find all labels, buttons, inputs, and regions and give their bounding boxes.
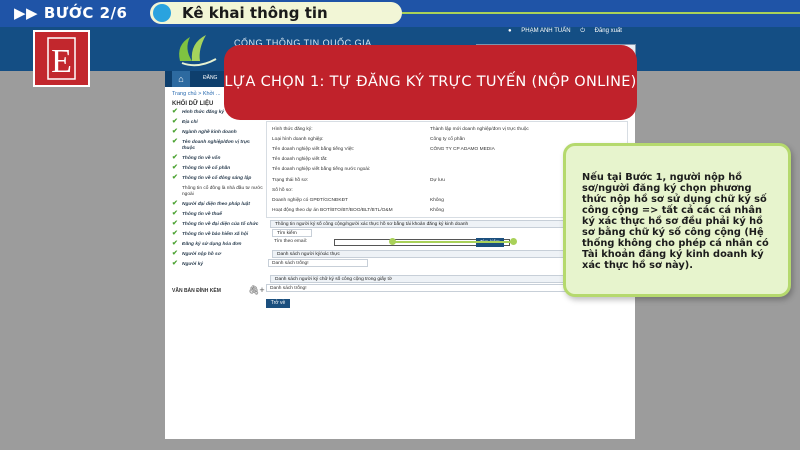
connector-line: [392, 241, 514, 243]
form-label: Trạng thái hồ sơ:: [272, 178, 309, 183]
sidebar-item[interactable]: ✔ Thông tin về bảo hiểm xã hội: [172, 230, 264, 238]
option-banner: LỰA CHỌN 1: TỰ ĐĂNG KÝ TRỰC TUYẾN (NỘP O…: [224, 45, 637, 120]
check-icon: ✔: [172, 240, 178, 247]
user-bar: ● PHẠM ANH TUẤN ⏻ Đăng xuất: [508, 28, 630, 35]
play-forward-icon: ▶▶: [14, 4, 39, 22]
form-label: Tên doanh nghiệp viết bằng tiếng Việt:: [272, 147, 355, 152]
sidebar-item[interactable]: ✔ Người đại diện theo pháp luật: [172, 200, 264, 208]
form-label: Loại hình doanh nghiệp:: [272, 137, 324, 142]
step-divider: [402, 12, 800, 14]
check-icon: ✔: [172, 260, 178, 267]
logout-icon: ⏻: [580, 28, 585, 34]
sidebar-item[interactable]: ✔ Thông tin về vốn: [172, 154, 264, 162]
sidebar-item[interactable]: ✔ Tên doanh nghiệp/đơn vị trực thuộc: [172, 138, 264, 152]
check-icon: ✔: [172, 210, 178, 217]
step-title-pill: Kê khai thông tin: [150, 2, 402, 24]
check-icon: ✔: [172, 108, 178, 115]
portal-logo: [179, 35, 217, 67]
sidebar-item[interactable]: ✔ Người ký: [172, 260, 264, 268]
form-label: Số hồ sơ:: [272, 188, 293, 193]
svg-text:E: E: [51, 43, 72, 80]
sidebar-item[interactable]: ✔ Thông tin về thuế: [172, 210, 264, 218]
form-value: Không: [430, 208, 444, 213]
step-bar: ▶▶ BƯỚC 2/6 Kê khai thông tin: [0, 0, 800, 27]
connector-dot: [389, 238, 396, 245]
sidebar-item[interactable]: ✔ Thông tin về cổ phần: [172, 164, 264, 172]
check-icon: ✔: [172, 220, 178, 227]
check-icon: ✔: [172, 250, 178, 257]
form-value: CÔNG TY CP ADAMO MEDIA: [430, 147, 495, 152]
check-icon: ✔: [172, 200, 178, 207]
sidebar-item[interactable]: ✔ Đăng ký sử dụng hóa đơn: [172, 240, 264, 248]
form-label: Tên doanh nghiệp viết tắt:: [272, 157, 328, 162]
sidebar-item[interactable]: ✔ Người nộp hồ sơ: [172, 250, 264, 258]
email-label: Tìm theo email:: [274, 239, 308, 244]
form-label: Tên doanh nghiệp viết bằng tiếng nước ng…: [272, 167, 371, 172]
check-icon: ✔: [172, 174, 178, 181]
sidebar-title: KHỐI DỮ LIỆU: [172, 101, 214, 107]
note-callout: Nếu tại Bước 1, người nộp hồ sơ/người đă…: [563, 143, 791, 297]
form-value: Công ty cổ phần: [430, 137, 465, 142]
form-value: Thành lập mới doanh nghiệp/đơn vị trực t…: [430, 127, 529, 132]
check-icon: ✔: [172, 230, 178, 237]
logout-link[interactable]: Đăng xuất: [595, 28, 622, 34]
e-logo: E: [33, 30, 90, 87]
sidebar-item[interactable]: ✔ Thông tin về cổ đông sáng lập: [172, 174, 264, 182]
form-value: Không: [430, 198, 444, 203]
user-icon: ●: [508, 28, 512, 34]
sidebar-item[interactable]: Thông tin cổ đông là nhà đầu tư nước ngo…: [172, 186, 264, 198]
form-label: Hình thức đăng ký:: [272, 127, 313, 132]
check-icon: ✔: [172, 128, 178, 135]
form-label: Hoạt động theo dự án BOT/BTO/BT/BOO/BLT/…: [272, 208, 393, 213]
signer-list-empty: Danh sách trống!: [268, 259, 368, 267]
home-icon[interactable]: ⌂: [172, 71, 190, 87]
check-icon: ✔: [172, 154, 178, 161]
search-fieldset-label: Tìm kiếm: [272, 229, 312, 237]
sidebar: ✔ Hình thức đăng ký ✔ Địa chỉ ✔ Ngành nghề …: [172, 108, 264, 272]
check-icon: ✔: [172, 164, 178, 171]
back-button[interactable]: Trở về: [266, 299, 290, 308]
step-dot-icon: [153, 4, 171, 22]
check-icon: ✔: [172, 138, 178, 145]
check-icon: ✔: [172, 118, 178, 125]
form-value: Dự lưu: [430, 178, 445, 183]
attachment-icon[interactable]: 🖇+: [248, 285, 265, 296]
breadcrumb[interactable]: Trang chủ > Khởi ...: [172, 91, 221, 97]
nav-item[interactable]: ĐĂNG: [203, 75, 217, 81]
sidebar-item[interactable]: ✔ Thông tin về đại diện của tổ chức: [172, 220, 264, 228]
form-label: Doanh nghiệp có GPĐT/GCNĐKĐT: [272, 198, 348, 203]
sidebar-item[interactable]: ✔ Ngành nghề kinh doanh: [172, 128, 264, 136]
connector-dot: [510, 238, 517, 245]
note-text: Nếu tại Bước 1, người nộp hồ sơ/người đă…: [582, 172, 769, 271]
step-title: Kê khai thông tin: [182, 4, 328, 22]
sidebar-item[interactable]: ✔ Địa chỉ: [172, 118, 264, 126]
step-label: ▶▶ BƯỚC 2/6: [14, 4, 128, 22]
user-name[interactable]: PHẠM ANH TUẤN: [521, 28, 570, 34]
